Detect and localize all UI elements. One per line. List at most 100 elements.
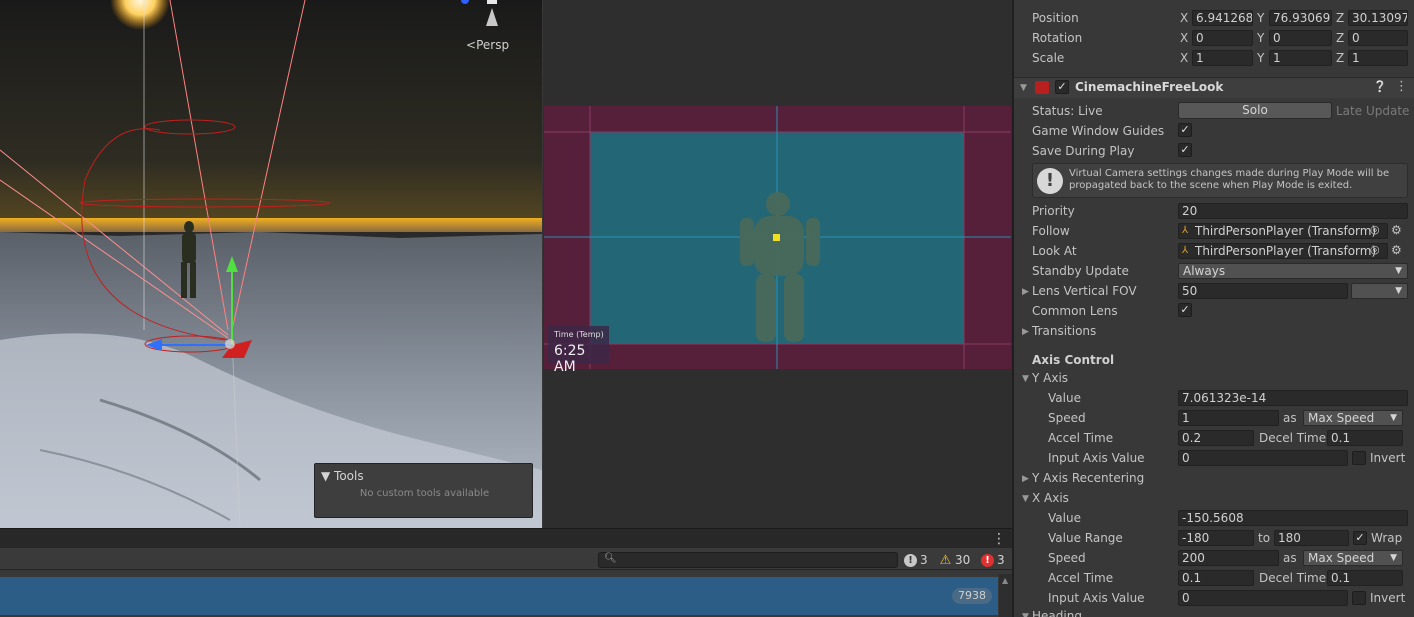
scene-render [0, 0, 542, 528]
follow-settings-gear-icon[interactable]: ⚙ [1391, 223, 1402, 237]
x-range-max-field[interactable]: 180 [1274, 530, 1349, 546]
x-axis-label[interactable]: X Axis [1032, 491, 1069, 505]
transform-icon: ⅄ [1182, 245, 1189, 256]
save-during-play-label: Save During Play [1032, 144, 1135, 158]
scale-x-field[interactable]: 1 [1192, 50, 1253, 66]
x-axis-foldout-arrow[interactable]: ▼ [1022, 494, 1029, 504]
y-value-field[interactable]: 7.061323e-14 [1178, 390, 1408, 406]
x-speed-mode-value: Max Speed [1308, 551, 1375, 565]
transitions-foldout-arrow[interactable]: ▶ [1022, 327, 1029, 337]
x-range-to-label: to [1258, 531, 1271, 545]
error-filter-button[interactable]: ! 3 [981, 551, 1005, 569]
look-at-settings-gear-icon[interactable]: ⚙ [1391, 243, 1402, 257]
solo-button[interactable]: Solo [1178, 102, 1332, 119]
warning-filter-button[interactable]: ⚠ 30 [939, 551, 971, 569]
x-decel-label: Decel Time [1259, 571, 1327, 585]
y-speed-field[interactable]: 1 [1178, 410, 1279, 426]
game-view[interactable] [544, 106, 1011, 369]
console-menu-icon[interactable]: ⋮ [992, 531, 1006, 547]
status-label: Status: Live [1032, 104, 1103, 118]
x-speed-mode-dropdown[interactable]: Max Speed ▼ [1303, 550, 1403, 566]
heading-foldout-arrow[interactable]: ▼ [1022, 612, 1029, 617]
x-range-min-field[interactable]: -180 [1178, 530, 1254, 546]
component-menu-icon[interactable]: ⋮ [1395, 79, 1408, 94]
rotation-x-label[interactable]: X [1180, 31, 1188, 45]
scale-y-field[interactable]: 1 [1269, 50, 1332, 66]
transitions-label[interactable]: Transitions [1032, 324, 1096, 338]
position-y-label[interactable]: Y [1257, 11, 1264, 25]
x-decel-field[interactable]: 0.1 [1327, 570, 1403, 586]
y-input-label: Input Axis Value [1048, 451, 1145, 465]
y-invert-label: Invert [1370, 451, 1406, 465]
component-enabled-checkbox[interactable]: ✓ [1055, 80, 1069, 94]
rotation-z-label[interactable]: Z [1336, 31, 1344, 45]
scale-x-label[interactable]: X [1180, 51, 1188, 65]
x-input-label: Input Axis Value [1048, 591, 1145, 605]
axis-control-header: Axis Control [1032, 353, 1115, 367]
y-invert-checkbox[interactable] [1352, 451, 1366, 465]
look-at-picker-icon[interactable]: ◎ [1370, 243, 1380, 256]
y-input-field[interactable]: 0 [1178, 450, 1348, 466]
follow-value: ThirdPersonPlayer (Transform) [1195, 224, 1377, 238]
x-wrap-checkbox[interactable]: ✓ [1353, 531, 1367, 545]
position-y-field[interactable]: 76.93069 [1269, 10, 1332, 26]
heading-label[interactable]: Heading [1032, 609, 1082, 617]
standby-update-dropdown[interactable]: Always ▼ [1178, 263, 1408, 279]
scale-y-label[interactable]: Y [1257, 51, 1264, 65]
info-filter-button[interactable]: ! 3 [904, 551, 928, 569]
x-accel-field[interactable]: 0.1 [1178, 570, 1254, 586]
position-z-field[interactable]: 30.13097 [1348, 10, 1408, 26]
position-x-label[interactable]: X [1180, 11, 1188, 25]
y-decel-field[interactable]: 0.1 [1327, 430, 1403, 446]
y-axis-foldout-arrow[interactable]: ▼ [1022, 374, 1029, 384]
rotation-x-field[interactable]: 0 [1192, 30, 1253, 46]
follow-field[interactable]: ⅄ ThirdPersonPlayer (Transform) [1178, 223, 1388, 239]
tools-message: No custom tools available [359, 488, 490, 499]
position-z-label[interactable]: Z [1336, 11, 1344, 25]
game-window-guides-checkbox[interactable]: ✓ [1178, 123, 1192, 137]
rotation-z-field[interactable]: 0 [1348, 30, 1408, 46]
tools-title[interactable]: ▼ Tools [321, 469, 364, 483]
y-accel-field[interactable]: 0.2 [1178, 430, 1254, 446]
scale-z-field[interactable]: 1 [1348, 50, 1408, 66]
lens-fov-field[interactable]: 50 [1178, 283, 1348, 299]
look-at-field[interactable]: ⅄ ThirdPersonPlayer (Transform) [1178, 243, 1388, 259]
y-axis-label[interactable]: Y Axis [1032, 371, 1068, 385]
save-during-play-checkbox[interactable]: ✓ [1178, 143, 1192, 157]
tools-overlay[interactable]: ▼ Tools No custom tools available [314, 463, 533, 518]
console-log-row[interactable] [0, 577, 998, 615]
lens-preset-dropdown[interactable]: ▼ [1351, 283, 1408, 299]
console-scrollbar[interactable]: ▲ [999, 574, 1012, 617]
rotation-label: Rotation [1032, 31, 1083, 45]
inspector-panel: Position X 6.941268 Y 76.93069 Z 30.1309… [1012, 0, 1414, 617]
lens-foldout-arrow[interactable]: ▶ [1022, 287, 1029, 297]
component-foldout-arrow[interactable]: ▼ [1020, 83, 1027, 93]
y-accel-label: Accel Time [1048, 431, 1114, 445]
x-accel-label: Accel Time [1048, 571, 1114, 585]
x-invert-checkbox[interactable] [1352, 591, 1366, 605]
standby-update-label: Standby Update [1032, 264, 1129, 278]
x-value-field[interactable]: -150.5608 [1178, 510, 1408, 526]
scene-view[interactable]: <Persp ▼ Tools No custom tools available [0, 0, 542, 528]
y-recentering-foldout-arrow[interactable]: ▶ [1022, 474, 1029, 484]
x-input-field[interactable]: 0 [1178, 590, 1348, 606]
follow-picker-icon[interactable]: ◎ [1370, 223, 1380, 236]
rotation-y-label[interactable]: Y [1257, 31, 1264, 45]
priority-field[interactable]: 20 [1178, 203, 1408, 219]
common-lens-checkbox[interactable]: ✓ [1178, 303, 1192, 317]
position-x-field[interactable]: 6.941268 [1192, 10, 1253, 26]
console-search-input[interactable] [598, 552, 898, 568]
time-label: Time (Temp) [554, 330, 604, 339]
cinemachine-component-icon [1035, 81, 1049, 94]
rotation-y-field[interactable]: 0 [1269, 30, 1332, 46]
y-recentering-label[interactable]: Y Axis Recentering [1032, 471, 1144, 485]
console-header [0, 528, 1012, 548]
help-icon[interactable]: ❔ [1373, 80, 1387, 93]
scale-z-label[interactable]: Z [1336, 51, 1344, 65]
x-speed-field[interactable]: 200 [1178, 550, 1279, 566]
info-icon: ! [1037, 168, 1063, 194]
y-speed-mode-dropdown[interactable]: Max Speed ▼ [1303, 410, 1403, 426]
position-label: Position [1032, 11, 1079, 25]
perspective-toggle[interactable]: <Persp [466, 38, 509, 52]
transform-icon: ⅄ [1182, 225, 1189, 236]
